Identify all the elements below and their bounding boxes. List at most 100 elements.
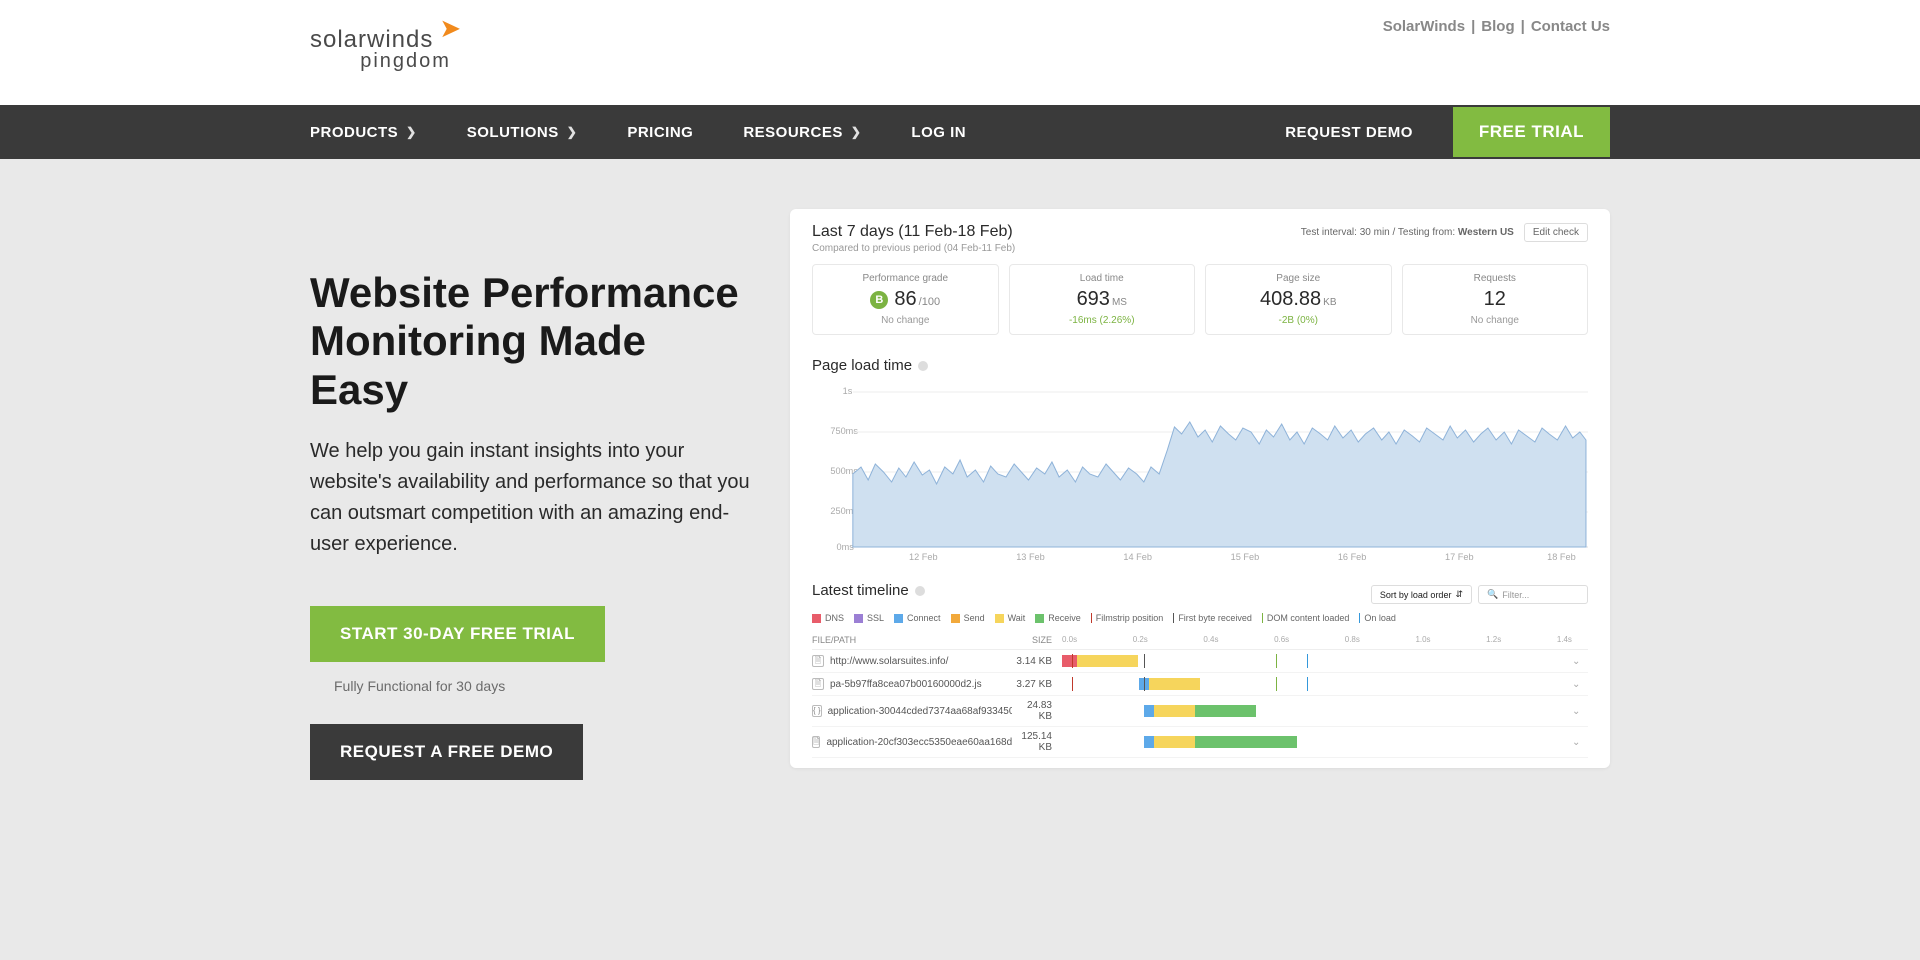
- nav-products[interactable]: PRODUCTS❯: [310, 124, 417, 141]
- info-icon[interactable]: [918, 361, 928, 371]
- legend-item: SSL: [854, 613, 884, 623]
- sort-button[interactable]: Sort by load order⇵: [1371, 585, 1472, 604]
- file-size: 125.14 KB: [1012, 731, 1062, 753]
- timeline-row[interactable]: { } application-30044cded7374aa68af933450…: [812, 696, 1588, 727]
- top-link-blog[interactable]: Blog: [1481, 18, 1514, 35]
- svg-text:12 Feb: 12 Feb: [909, 552, 938, 562]
- waterfall-bar: [1062, 735, 1572, 749]
- expand-icon[interactable]: ⌄: [1572, 737, 1588, 748]
- nav-pricing[interactable]: PRICING: [627, 124, 693, 141]
- waterfall-bar: [1062, 704, 1572, 718]
- timeline-title: Latest timeline: [812, 582, 925, 599]
- metric-label: Requests: [1409, 273, 1582, 284]
- waterfall-bar: [1062, 654, 1572, 668]
- file-path: application-20cf303ecc5350eae60aa168d23a…: [826, 737, 1012, 748]
- top-links: SolarWinds | Blog | Contact Us: [1383, 18, 1610, 35]
- svg-text:0ms: 0ms: [837, 542, 855, 552]
- nav-solutions[interactable]: SOLUTIONS❯: [467, 124, 578, 141]
- svg-text:14 Feb: 14 Feb: [1123, 552, 1152, 562]
- hero-description: We help you gain instant insights into y…: [310, 436, 750, 560]
- start-trial-button[interactable]: START 30-DAY FREE TRIAL: [310, 606, 605, 662]
- top-link-contact[interactable]: Contact Us: [1531, 18, 1610, 35]
- hero-title: Website Performance Monitoring Made Easy: [310, 269, 750, 414]
- metric-change: No change: [819, 315, 992, 326]
- file-path: pa-5b97ffa8cea07b00160000d2.js: [830, 679, 982, 690]
- info-icon[interactable]: [915, 586, 925, 596]
- metric-value: 12: [1409, 288, 1582, 311]
- timeline-rows: 🗎http://www.solarsuites.info/ 3.14 KB ⌄🗎…: [812, 650, 1588, 758]
- metric-label: Performance grade: [819, 273, 992, 284]
- svg-text:18 Feb: 18 Feb: [1547, 552, 1576, 562]
- search-icon: 🔍: [1487, 589, 1498, 600]
- nav-resources[interactable]: RESOURCES❯: [743, 124, 861, 141]
- legend-item: Receive: [1035, 613, 1081, 623]
- legend-item: Send: [951, 613, 985, 623]
- free-trial-button[interactable]: FREE TRIAL: [1453, 107, 1610, 157]
- legend-marker: First byte received: [1173, 613, 1252, 623]
- chevron-right-icon: ❯: [851, 125, 862, 139]
- hero-section: Website Performance Monitoring Made Easy…: [0, 159, 1920, 860]
- expand-icon[interactable]: ⌄: [1572, 679, 1588, 690]
- nav-request-demo[interactable]: REQUEST DEMO: [1285, 124, 1413, 141]
- metric-card: Page size 408.88KB -2B (0%): [1205, 264, 1392, 335]
- file-size: 24.83 KB: [1012, 700, 1062, 722]
- main-nav: PRODUCTS❯ SOLUTIONS❯ PRICING RESOURCES❯ …: [0, 105, 1920, 159]
- metric-value: B86/100: [819, 288, 992, 311]
- timeline-legend: DNS SSL Connect Send Wait Receive Filmstrip po…: [812, 613, 1588, 623]
- nav-login[interactable]: LOG IN: [911, 124, 966, 141]
- legend-item: DNS: [812, 613, 844, 623]
- metric-value: 693MS: [1016, 288, 1189, 311]
- file-icon: { }: [812, 705, 822, 717]
- date-range-subtitle: Compared to previous period (04 Feb-11 F…: [812, 243, 1015, 254]
- timeline-row[interactable]: 🗎 http://www.solarsuites.info/ 3.14 KB ⌄: [812, 650, 1588, 673]
- file-size: 3.14 KB: [1012, 656, 1062, 667]
- file-icon: 🗎: [812, 655, 824, 667]
- metric-value: 408.88KB: [1212, 288, 1385, 311]
- file-path: http://www.solarsuites.info/: [830, 656, 948, 667]
- top-link-solarwinds[interactable]: SolarWinds: [1383, 18, 1465, 35]
- svg-text:750ms: 750ms: [830, 426, 858, 436]
- timeline-row[interactable]: 🗎 application-20cf303ecc5350eae60aa168d23…: [812, 727, 1588, 758]
- chevron-right-icon: ❯: [406, 125, 417, 139]
- logo[interactable]: solarwinds ➤ pingdom: [310, 23, 461, 73]
- waterfall-bar: [1062, 677, 1572, 691]
- topbar: solarwinds ➤ pingdom SolarWinds | Blog |…: [0, 0, 1920, 105]
- metric-card: Load time 693MS -16ms (2.26%): [1009, 264, 1196, 335]
- svg-text:13 Feb: 13 Feb: [1016, 552, 1045, 562]
- grade-badge: B: [870, 291, 888, 309]
- logo-swoosh-icon: ➤: [439, 13, 461, 44]
- legend-marker: DOM content loaded: [1262, 613, 1350, 623]
- request-demo-button[interactable]: REQUEST A FREE DEMO: [310, 724, 583, 780]
- file-size: 3.27 KB: [1012, 679, 1062, 690]
- metric-change: -2B (0%): [1212, 315, 1385, 326]
- logo-text-sub: pingdom: [350, 50, 461, 73]
- chart-title: Page load time: [812, 357, 1588, 374]
- legend-marker: Filmstrip position: [1091, 613, 1164, 623]
- legend-item: Wait: [995, 613, 1026, 623]
- edit-check-button[interactable]: Edit check: [1524, 223, 1588, 242]
- metric-card: Performance grade B86/100 No change: [812, 264, 999, 335]
- test-meta: Test interval: 30 min / Testing from: We…: [1301, 227, 1514, 238]
- filter-input[interactable]: 🔍Filter...: [1478, 585, 1588, 604]
- timeline-row[interactable]: 🗎pa-5b97ffa8cea07b00160000d2.js 3.27 KB …: [812, 673, 1588, 696]
- metric-card: Requests 12 No change: [1402, 264, 1589, 335]
- svg-text:16 Feb: 16 Feb: [1338, 552, 1367, 562]
- file-icon: 🗎: [812, 736, 820, 748]
- chevron-right-icon: ❯: [567, 125, 578, 139]
- metric-change: -16ms (2.26%): [1016, 315, 1189, 326]
- sort-icon: ⇵: [1455, 589, 1463, 600]
- svg-text:15 Feb: 15 Feb: [1231, 552, 1260, 562]
- legend-marker: On load: [1359, 613, 1396, 623]
- file-path: application-30044cded7374aa68af9334504e6…: [828, 706, 1012, 717]
- metric-change: No change: [1409, 315, 1582, 326]
- svg-text:17 Feb: 17 Feb: [1445, 552, 1474, 562]
- expand-icon[interactable]: ⌄: [1572, 706, 1588, 717]
- trial-note: Fully Functional for 30 days: [310, 662, 750, 724]
- dashboard-preview: Last 7 days (11 Feb-18 Feb) Compared to …: [790, 209, 1610, 768]
- metric-label: Load time: [1016, 273, 1189, 284]
- legend-item: Connect: [894, 613, 941, 623]
- svg-text:1s: 1s: [843, 386, 853, 396]
- timeline-header: FILE/PATH SIZE 0.0s0.2s0.4s0.6s0.8s1.0s1…: [812, 631, 1588, 650]
- metric-cards: Performance grade B86/100 No changeLoad …: [812, 264, 1588, 335]
- expand-icon[interactable]: ⌄: [1572, 656, 1588, 667]
